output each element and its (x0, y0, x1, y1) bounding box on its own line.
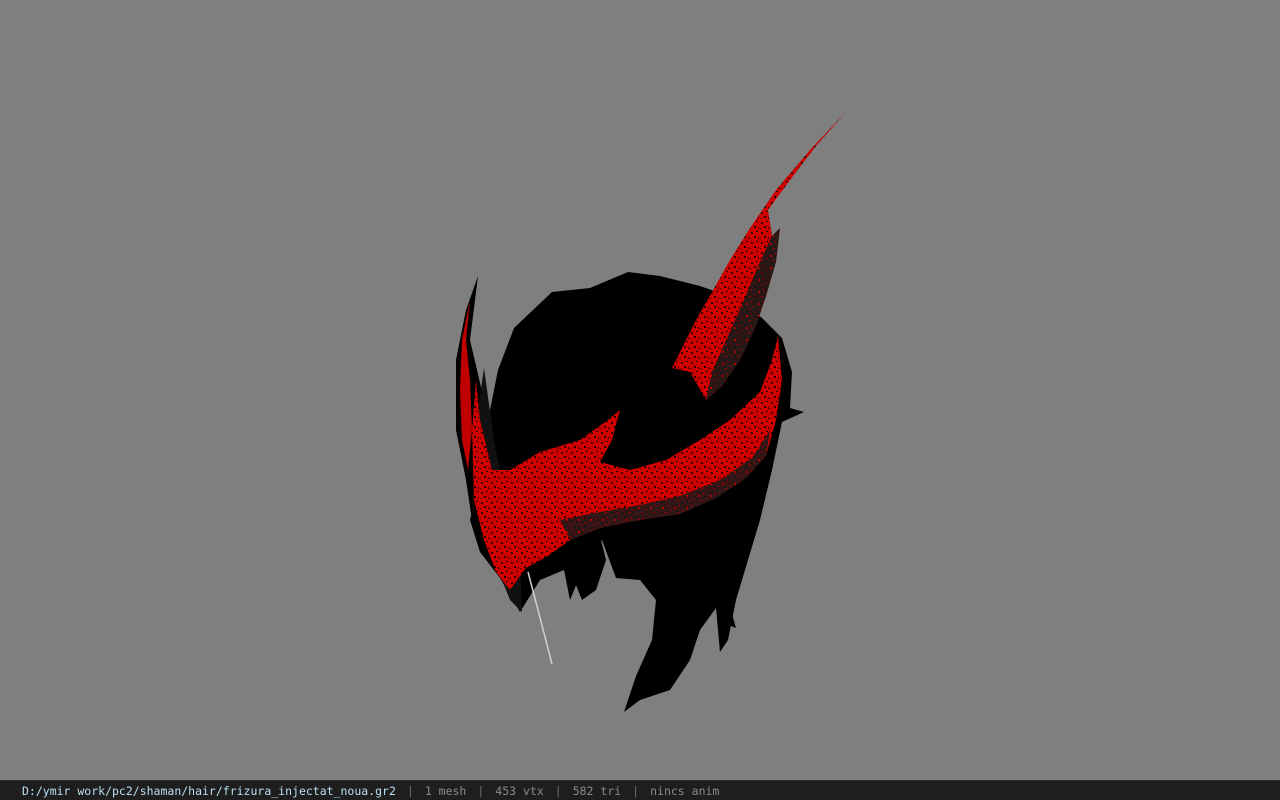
vertex-count-label: 453 vtx (495, 783, 544, 798)
hair-thin-strand (527, 571, 553, 665)
status-bar: D:/ymir work/pc2/shaman/hair/frizura_inj… (0, 780, 1280, 800)
status-separator: | (477, 783, 485, 798)
triangle-count-label: 582 tri (572, 783, 622, 798)
file-path-label: D:/ymir work/pc2/shaman/hair/frizura_inj… (22, 783, 396, 798)
anim-status-label: nincs anim (650, 783, 720, 798)
hair-mesh-model (456, 112, 846, 712)
status-separator: | (554, 783, 562, 798)
mesh-count-label: 1 mesh (424, 783, 467, 798)
status-separator: | (632, 783, 640, 798)
status-separator: | (406, 783, 414, 798)
3d-viewport[interactable] (0, 0, 1280, 780)
